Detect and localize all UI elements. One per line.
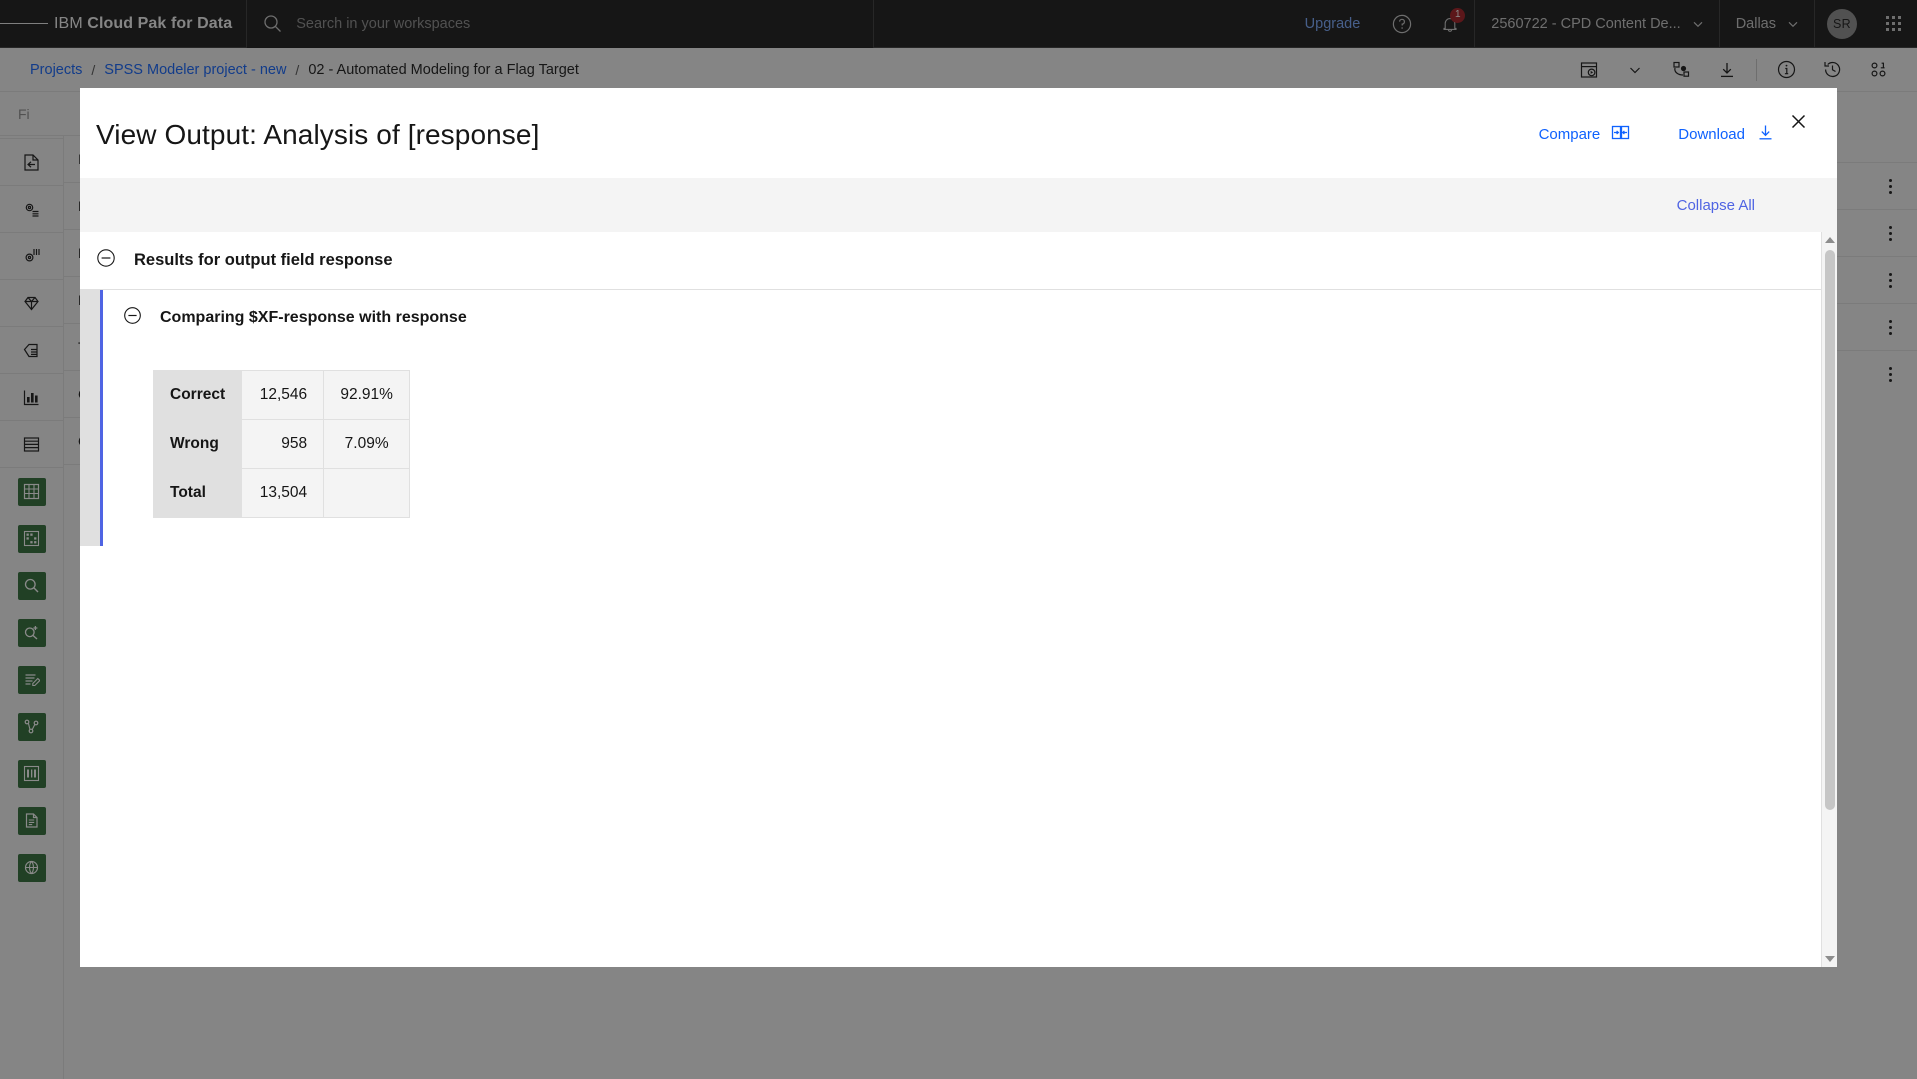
results-section-header[interactable]: Results for output field response bbox=[80, 232, 1821, 290]
table-cell-percent: 7.09% bbox=[323, 419, 411, 469]
view-output-modal: View Output: Analysis of [response] Comp… bbox=[80, 88, 1837, 967]
results-section-title: Results for output field response bbox=[134, 251, 393, 269]
table-cell-count: 13,504 bbox=[241, 468, 325, 518]
comparison-subsection-header[interactable]: Comparing $XF-response with response bbox=[103, 290, 1821, 346]
results-section: Results for output field response Compar… bbox=[80, 232, 1821, 546]
table-cell-percent: 92.91% bbox=[323, 370, 411, 420]
compare-button[interactable]: Compare bbox=[1539, 123, 1631, 146]
circle-minus-icon[interactable] bbox=[123, 306, 142, 330]
collapse-all-button[interactable]: Collapse All bbox=[1677, 197, 1755, 214]
modal-body: Results for output field response Compar… bbox=[80, 232, 1837, 967]
output-scroll-area: Results for output field response Compar… bbox=[80, 232, 1821, 967]
compare-icon bbox=[1611, 123, 1630, 146]
table-row: Correct 12,546 92.91% bbox=[152, 370, 411, 420]
vertical-scrollbar[interactable] bbox=[1821, 232, 1837, 967]
application-root: IBM Cloud Pak for Data Upgrade 1 2560722… bbox=[0, 0, 1917, 1079]
download-button[interactable]: Download bbox=[1678, 123, 1775, 146]
modal-subheader: Collapse All bbox=[80, 178, 1837, 232]
results-subsection-wrapper: Comparing $XF-response with response Cor… bbox=[80, 290, 1821, 546]
table-cell-count: 12,546 bbox=[241, 370, 325, 420]
modal-header: View Output: Analysis of [response] Comp… bbox=[80, 88, 1837, 178]
table-row: Total 13,504 bbox=[152, 468, 411, 518]
subsection-gutter bbox=[80, 290, 100, 546]
circle-minus-icon[interactable] bbox=[96, 248, 116, 273]
table-row-label: Wrong bbox=[152, 419, 243, 469]
scroll-down-arrow-icon[interactable] bbox=[1822, 951, 1837, 967]
close-modal-button[interactable] bbox=[1781, 104, 1815, 138]
scrollbar-thumb[interactable] bbox=[1825, 250, 1835, 810]
download-icon bbox=[1756, 123, 1775, 146]
page-title: View Output: Analysis of [response] bbox=[96, 119, 540, 150]
scroll-up-arrow-icon[interactable] bbox=[1822, 232, 1837, 248]
comparison-table: Correct 12,546 92.91% Wrong 958 7.09% To… bbox=[152, 370, 411, 518]
table-row-label: Correct bbox=[152, 370, 243, 420]
comparison-subsection-title: Comparing $XF-response with response bbox=[160, 309, 467, 326]
table-row-label: Total bbox=[152, 468, 243, 518]
compare-button-label: Compare bbox=[1538, 126, 1601, 143]
table-cell-count: 958 bbox=[241, 419, 325, 469]
table-row: Wrong 958 7.09% bbox=[152, 419, 411, 469]
table-cell-percent bbox=[323, 468, 411, 518]
download-button-label: Download bbox=[1678, 126, 1745, 143]
subsection-content: Comparing $XF-response with response Cor… bbox=[103, 290, 1821, 546]
